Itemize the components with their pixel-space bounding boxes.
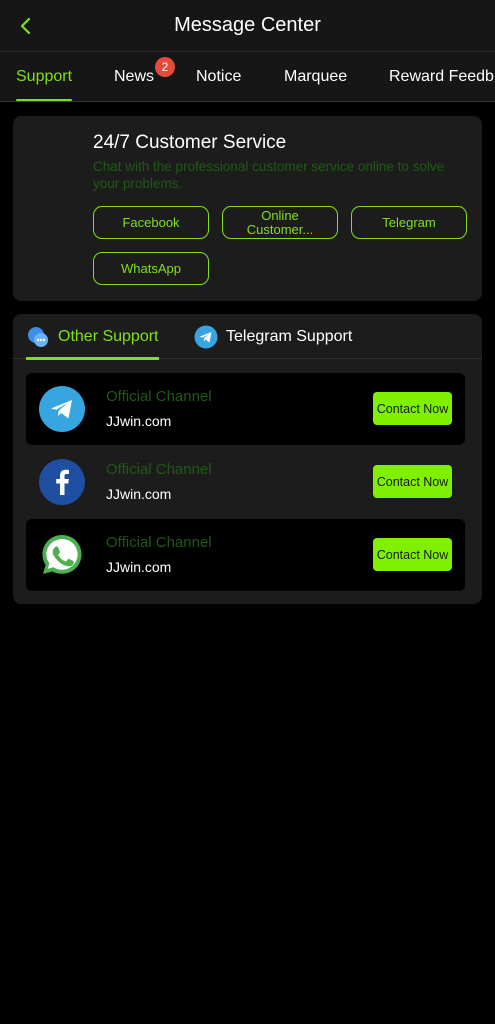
facebook-button[interactable]: Facebook: [93, 206, 209, 239]
chat-bubbles-icon: [28, 326, 48, 347]
online-customer-button[interactable]: Online Customer...: [222, 206, 338, 239]
telegram-button[interactable]: Telegram: [351, 206, 467, 239]
contact-now-button[interactable]: Contact Now: [373, 538, 452, 571]
telegram-icon: [39, 386, 85, 432]
whatsapp-icon: [39, 532, 85, 578]
tab-support[interactable]: Support: [16, 52, 73, 101]
chevron-left-icon: [20, 17, 31, 35]
news-badge: 2: [155, 57, 175, 77]
message-tabs: Support News 2 Notice Marquee Reward Fee…: [0, 52, 495, 102]
tab-telegram-support[interactable]: Telegram Support: [194, 314, 352, 359]
customer-service-title: 24/7 Customer Service: [93, 132, 287, 153]
channel-label: Official Channel: [106, 461, 212, 478]
customer-service-subtitle: Chat with the professional customer serv…: [93, 159, 445, 191]
tab-reward-feedback[interactable]: Reward Feedb: [389, 52, 494, 101]
tab-other-support[interactable]: Other Support: [26, 314, 159, 360]
other-support-label: Other Support: [58, 327, 159, 345]
tab-news[interactable]: News: [114, 52, 154, 101]
channel-value: JJwin.com: [106, 559, 172, 575]
tab-marquee[interactable]: Marquee: [284, 52, 347, 101]
channel-row-whatsapp: Official Channel JJwin.com Contact Now: [26, 519, 465, 591]
channel-value: JJwin.com: [106, 486, 172, 502]
channel-label: Official Channel: [106, 388, 212, 405]
contact-now-button[interactable]: Contact Now: [373, 465, 452, 498]
contact-now-button[interactable]: Contact Now: [373, 392, 452, 425]
channel-row-telegram: Official Channel JJwin.com Contact Now: [26, 373, 465, 445]
header-bar: Message Center: [0, 0, 495, 52]
page-title: Message Center: [174, 14, 321, 36]
support-tabs: Other Support Telegram Support: [13, 314, 482, 360]
telegram-support-label: Telegram Support: [226, 327, 353, 345]
telegram-icon: [194, 325, 218, 348]
channel-label: Official Channel: [106, 534, 212, 551]
channel-value: JJwin.com: [106, 413, 172, 429]
channel-row-facebook: Official Channel JJwin.com Contact Now: [26, 446, 465, 518]
back-button[interactable]: [12, 12, 40, 40]
customer-service-card: 24/7 Customer Service Chat with the prof…: [13, 116, 482, 301]
tab-notice[interactable]: Notice: [196, 52, 241, 101]
whatsapp-button[interactable]: WhatsApp: [93, 252, 209, 285]
facebook-icon: [39, 459, 85, 505]
support-card: Other Support Telegram Support Official …: [13, 314, 482, 604]
